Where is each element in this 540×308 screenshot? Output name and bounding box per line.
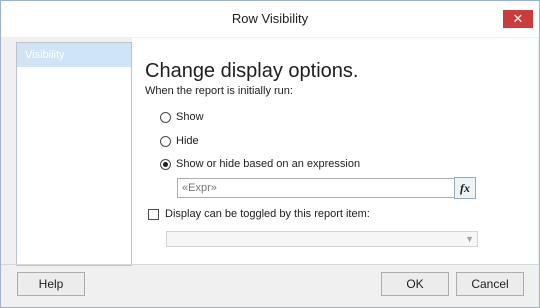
radio-hide-label: Hide (176, 135, 199, 147)
close-button[interactable]: ✕ (503, 10, 533, 28)
radio-show[interactable] (160, 111, 171, 123)
expression-input[interactable] (177, 178, 455, 198)
toggle-checkbox-label: Display can be toggled by this report it… (165, 208, 370, 220)
row-visibility-dialog: Row Visibility ✕ Visibility Change displ… (0, 0, 540, 308)
toggle-option[interactable]: Display can be toggled by this report it… (148, 206, 370, 222)
ok-button[interactable]: OK (381, 272, 449, 296)
title-bar: Row Visibility ✕ (1, 1, 539, 37)
radio-hide-option[interactable]: Hide (160, 133, 199, 149)
radio-expression[interactable] (160, 158, 171, 170)
close-icon: ✕ (512, 11, 524, 26)
radio-show-option[interactable]: Show (160, 109, 204, 125)
sidebar: Visibility (16, 42, 132, 266)
help-button[interactable]: Help (17, 272, 85, 296)
options-panel: Change display options. When the report … (132, 38, 538, 264)
radio-hide[interactable] (160, 135, 171, 147)
radio-expression-option[interactable]: Show or hide based on an expression (160, 156, 360, 172)
sidebar-item-visibility[interactable]: Visibility (17, 43, 131, 67)
dialog-title: Row Visibility (231, 11, 309, 26)
toggle-item-dropdown[interactable]: ▼ (166, 231, 478, 247)
expression-builder-button[interactable]: fx (454, 177, 476, 199)
chevron-down-icon: ▼ (465, 234, 474, 244)
toggle-checkbox[interactable] (148, 208, 159, 220)
radio-show-label: Show (176, 111, 204, 123)
section-label: When the report is initially run: (145, 85, 293, 97)
radio-expression-label: Show or hide based on an expression (176, 158, 361, 170)
footer-divider (1, 264, 539, 265)
page-title: Change display options. (145, 60, 359, 82)
fx-icon: fx (460, 181, 470, 195)
cancel-button[interactable]: Cancel (456, 272, 524, 296)
